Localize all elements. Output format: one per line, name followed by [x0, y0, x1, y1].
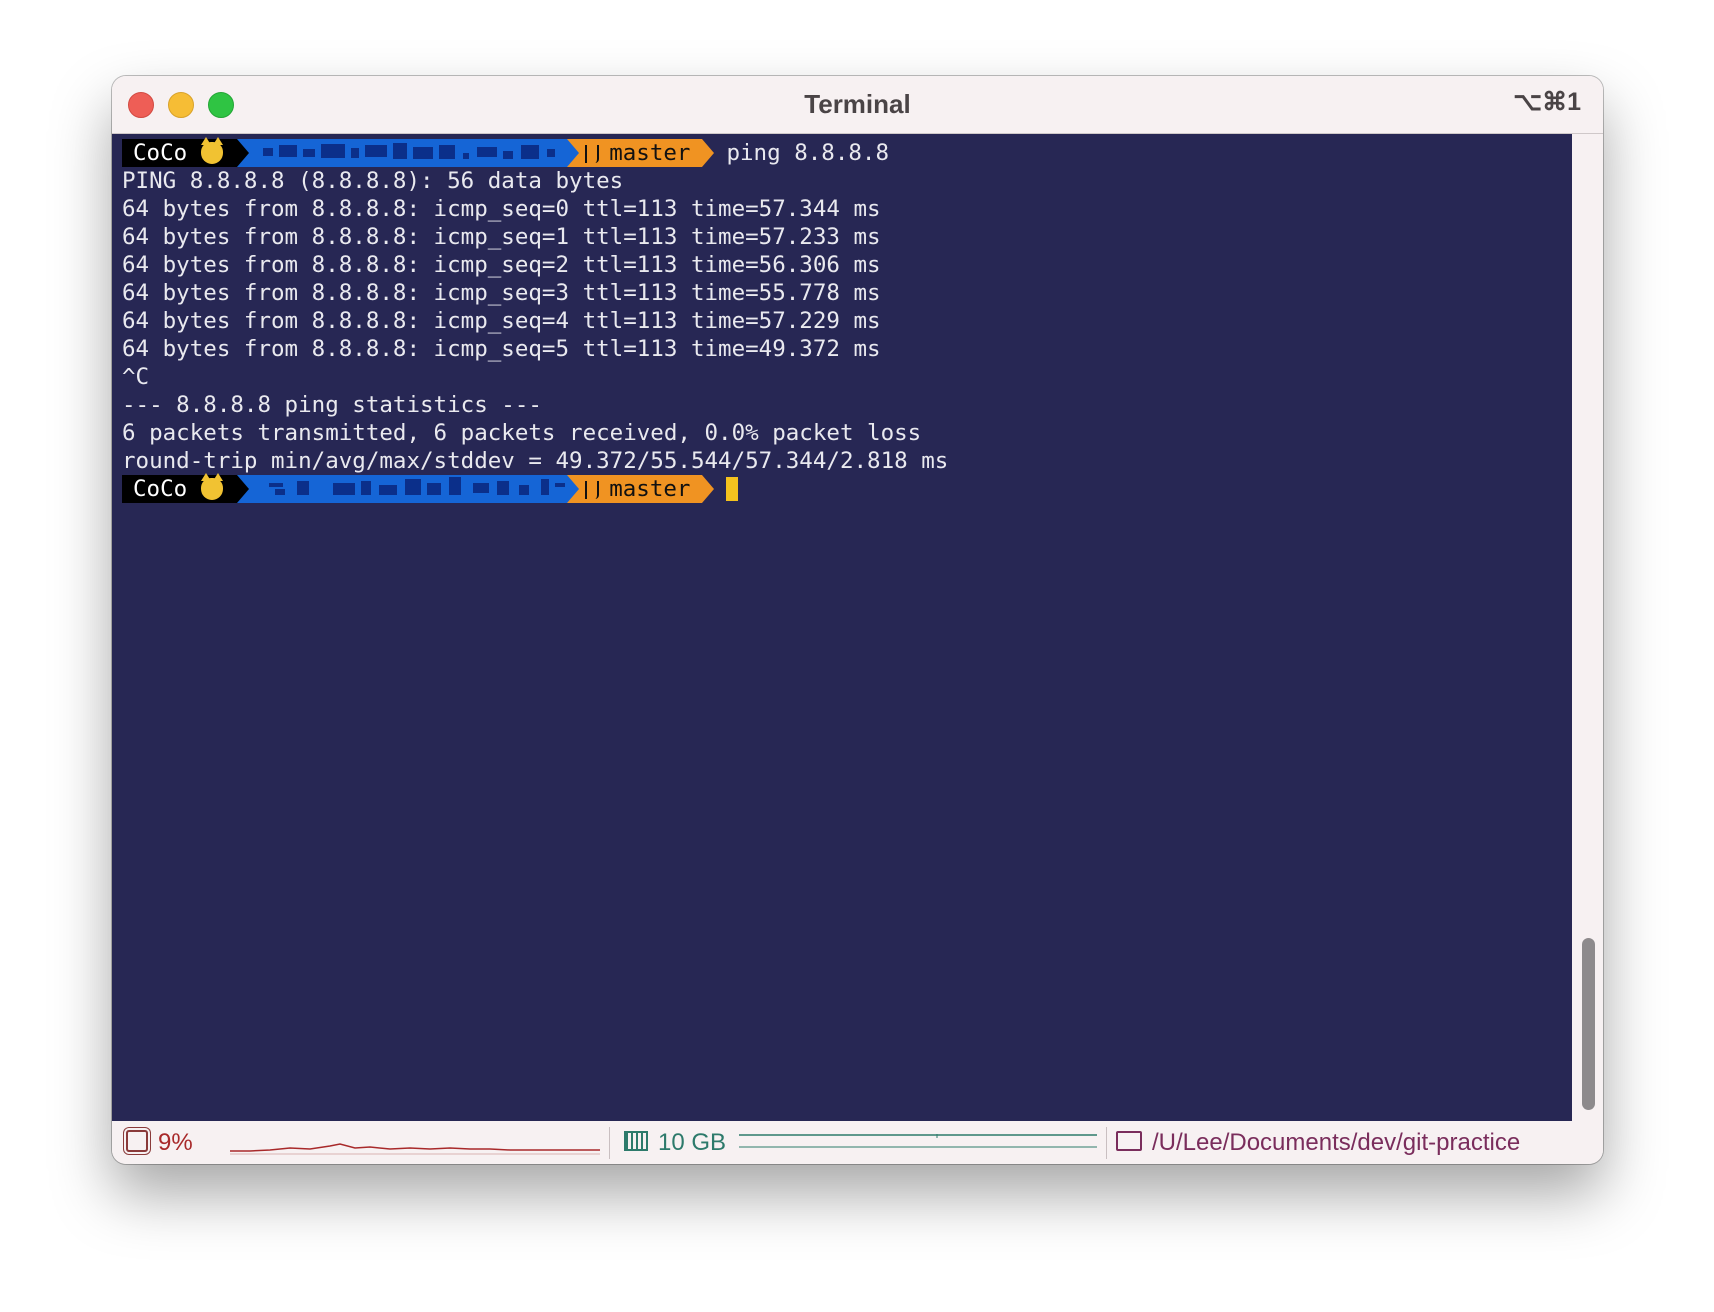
output-line: --- 8.8.8.8 ping statistics ---	[122, 392, 542, 418]
powerline-arrow-icon	[237, 139, 250, 167]
output-line: 64 bytes from 8.8.8.8: icmp_seq=3 ttl=11…	[122, 280, 881, 306]
output-line: round-trip min/avg/max/stddev = 49.372/5…	[122, 448, 949, 474]
cpu-usage[interactable]: 9%	[126, 1129, 193, 1157]
window-shortcut: ⌥⌘1	[1513, 88, 1581, 116]
output-line: PING 8.8.8.8 (8.8.8.8): 56 data bytes	[122, 168, 624, 194]
prompt-git-segment: master	[579, 139, 703, 167]
prompt-user: CoCo	[133, 476, 188, 502]
title-bar: Terminal ⌥⌘1	[112, 76, 1603, 134]
prompt-line: CoCo master ping 8.8.8.8	[122, 137, 890, 167]
prompt-path-segment-redacted	[249, 139, 568, 167]
git-branch-icon	[585, 481, 600, 499]
memory-value: 10 GB	[658, 1129, 727, 1156]
output-line: 64 bytes from 8.8.8.8: icmp_seq=5 ttl=11…	[122, 336, 881, 362]
cpu-icon	[126, 1130, 148, 1152]
cpu-value: 9%	[158, 1129, 193, 1156]
powerline-arrow-icon	[702, 139, 715, 167]
git-branch: master	[609, 476, 691, 502]
powerline-arrow-icon	[567, 475, 580, 503]
prompt-path-segment-redacted	[249, 475, 568, 503]
cpu-sparkline	[230, 1143, 600, 1155]
prompt-user: CoCo	[133, 140, 188, 166]
powerline-arrow-icon	[237, 475, 250, 503]
output-line: 64 bytes from 8.8.8.8: icmp_seq=2 ttl=11…	[122, 252, 881, 278]
directory-value: /U/Lee/Documents/dev/git-practice	[1152, 1129, 1521, 1156]
status-divider	[1106, 1127, 1107, 1159]
window-title: Terminal	[804, 89, 911, 119]
folder-icon	[1116, 1131, 1142, 1151]
prompt-line: CoCo master	[122, 473, 739, 503]
git-branch-icon	[585, 145, 600, 163]
git-branch: master	[609, 140, 691, 166]
cat-icon	[201, 137, 224, 164]
text-cursor	[726, 477, 739, 501]
powerline-arrow-icon	[702, 475, 715, 503]
memory-sparkline	[739, 1134, 1097, 1148]
memory-icon	[624, 1131, 648, 1151]
output-line: 64 bytes from 8.8.8.8: icmp_seq=1 ttl=11…	[122, 224, 881, 250]
status-divider	[609, 1127, 610, 1159]
status-bar: 9% 10 GB /U/Lee/Documents/dev/git-practi…	[112, 1121, 1603, 1164]
output-line: ^C	[122, 364, 150, 390]
prompt-user-segment: CoCo	[122, 137, 238, 167]
powerline-arrow-icon	[567, 139, 580, 167]
output-line: 64 bytes from 8.8.8.8: icmp_seq=0 ttl=11…	[122, 196, 881, 222]
terminal-output-area[interactable]: CoCo master ping 8.8.8.8 PING 8.8.8.8 (8…	[112, 134, 1572, 1121]
output-line: 64 bytes from 8.8.8.8: icmp_seq=4 ttl=11…	[122, 308, 881, 334]
command-text: ping 8.8.8.8	[726, 140, 890, 166]
output-line: 6 packets transmitted, 6 packets receive…	[122, 420, 922, 446]
cat-icon	[201, 473, 224, 500]
prompt-user-segment: CoCo	[122, 473, 238, 503]
terminal-window: Terminal ⌥⌘1 CoCo master ping 8.8.8.8 PI…	[112, 76, 1603, 1164]
current-directory[interactable]: /U/Lee/Documents/dev/git-practice	[1116, 1129, 1520, 1157]
scrollbar-thumb[interactable]	[1582, 938, 1595, 1110]
memory-usage[interactable]: 10 GB	[624, 1129, 726, 1157]
prompt-git-segment: master	[579, 475, 703, 503]
